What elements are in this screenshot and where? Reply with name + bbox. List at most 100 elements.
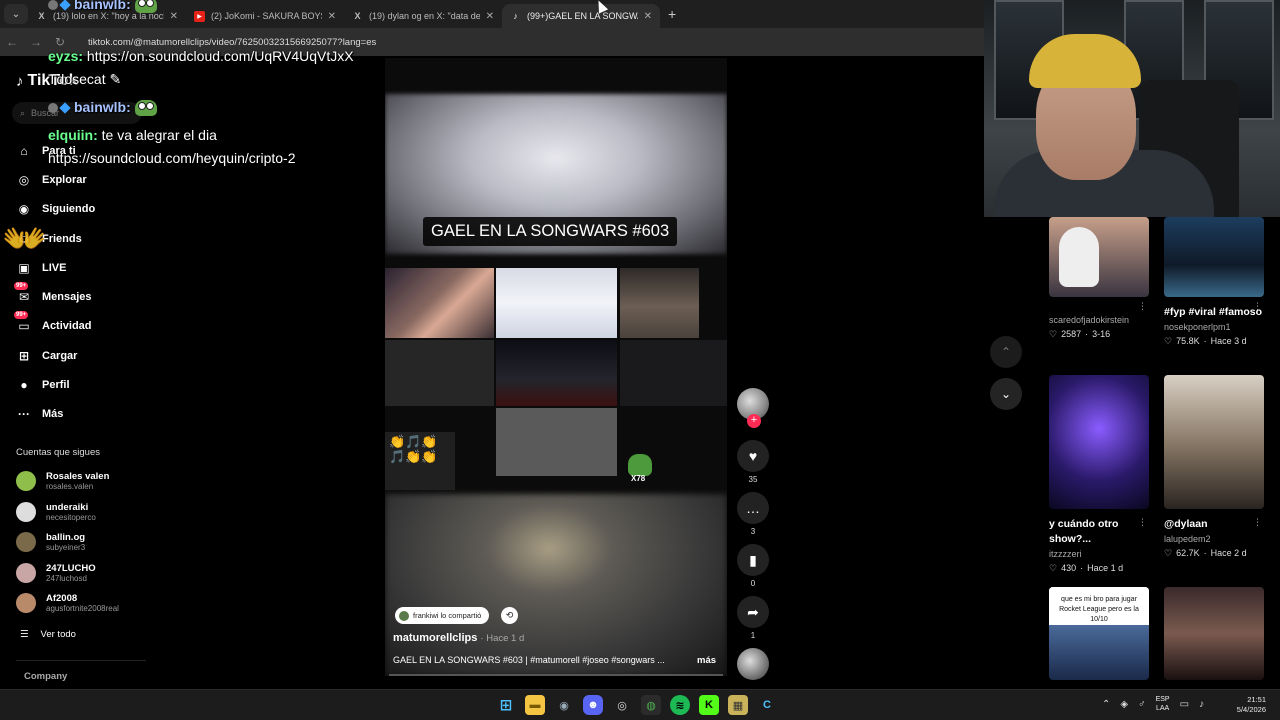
video-tile — [496, 268, 617, 338]
file-explorer-icon[interactable]: ▬ — [525, 695, 545, 715]
forward-icon[interactable]: → — [24, 35, 48, 49]
close-icon[interactable]: ✕ — [328, 11, 336, 22]
like-button[interactable]: ♥ — [737, 440, 769, 472]
share-count: 1 — [750, 631, 756, 640]
windows-start-icon[interactable]: ⊞ — [496, 695, 516, 715]
video-tile — [620, 340, 727, 406]
video-card[interactable] — [1164, 587, 1264, 680]
close-icon[interactable]: ✕ — [644, 11, 652, 22]
following-list: Rosales valen rosales.valen underaiki nece… — [16, 466, 156, 619]
speaker-icon[interactable]: ♪ — [1199, 699, 1204, 710]
sidebar-nav: ⌂ Para ti ◎ Explorar ◉ Siguiendo ☺ Friends ▣… — [14, 136, 186, 429]
sidebar-item-mas[interactable]: ··· Más — [16, 400, 186, 429]
browser-tab-0[interactable]: X (19) lolo en X: "hoy a la noche" ✕ — [28, 4, 186, 28]
kick-icon[interactable]: K — [699, 695, 719, 715]
browser-tab-1[interactable]: ▶ (2) JoKomi - SAKURA BOYS FT. ✕ — [186, 4, 344, 28]
network-icon[interactable]: ▭ — [1180, 699, 1189, 710]
sidebar-item-perfil[interactable]: ● Perfil — [16, 370, 186, 399]
sidebar-item-para-ti[interactable]: ⌂ Para ti — [16, 136, 186, 165]
previous-video-button[interactable]: ⌃ — [990, 336, 1022, 368]
more-options-icon[interactable]: ⋮ — [1138, 517, 1147, 528]
video-card[interactable]: ⋮ y cuándo otro show?... itzzzzeri ♡ 430 ·… — [1049, 375, 1149, 574]
account-handle: agusfortnite2008real — [46, 604, 119, 614]
more-options-icon[interactable]: ⋮ — [1253, 301, 1262, 312]
separator: · — [1080, 563, 1084, 573]
card-stats: ♡ 75.8K · Hace 3 d — [1164, 336, 1264, 347]
avatar — [16, 593, 36, 614]
heart-outline-icon: ♡ — [1049, 329, 1058, 339]
url-field[interactable]: tiktok.com/@matumorellclips/video/762500… — [88, 37, 376, 48]
new-tab-button[interactable]: + — [668, 6, 676, 22]
nav-label: Actividad — [42, 320, 92, 333]
account-handle: subyeiner3 — [46, 543, 86, 553]
app-icon[interactable]: C — [757, 695, 777, 715]
more-options-icon[interactable]: ⋮ — [1253, 517, 1262, 528]
video-card[interactable]: ⋮ @dylaan lalupedem2 ♡ 62.7K · Hace 2 d — [1164, 375, 1264, 559]
sidebar-item-actividad[interactable]: ▭ 99+ Actividad — [14, 311, 186, 341]
company-link[interactable]: Company — [24, 671, 67, 682]
video-description: GAEL EN LA SONGWARS #603 | #matumorell #… — [393, 655, 665, 665]
following-account[interactable]: Rosales valen rosales.valen — [16, 466, 156, 497]
home-icon: ⌂ — [20, 143, 28, 158]
chevron-up-icon: ⌃ — [1000, 345, 1012, 359]
obs-icon[interactable]: ◎ — [612, 695, 632, 715]
post-time: Hace 2 d — [1210, 548, 1247, 558]
more-options-icon[interactable]: ⋮ — [1138, 301, 1147, 312]
video-tile — [385, 268, 494, 338]
divider — [16, 660, 146, 661]
minecraft-icon[interactable]: ▦ — [728, 695, 748, 715]
share-icon: ➦ — [747, 603, 759, 620]
sound-avatar[interactable] — [737, 648, 769, 680]
video-progress-bar[interactable] — [389, 674, 723, 676]
next-video-button[interactable]: ⌄ — [990, 378, 1022, 410]
clock[interactable]: 21:51 5/4/2026 — [1237, 695, 1266, 715]
webcam-overlay — [984, 0, 1280, 217]
search-input[interactable]: ⌕ Buscar — [12, 102, 142, 124]
creator-avatar[interactable]: + — [737, 388, 769, 428]
sidebar-item-cargar[interactable]: ⊞ Cargar — [16, 341, 186, 370]
steam-icon[interactable]: ◉ — [554, 695, 574, 715]
sidebar-item-explorar[interactable]: ◎ Explorar — [16, 165, 186, 194]
chevron-up-icon[interactable]: ⌃ — [1102, 699, 1110, 710]
pepe-emote-icon: X78 — [628, 454, 652, 483]
spotify-icon[interactable]: ≋ — [670, 695, 690, 715]
card-user: scaredofjadokirstein — [1049, 315, 1130, 325]
close-icon[interactable]: ✕ — [170, 11, 178, 22]
browser-tab-3[interactable]: ♪ (99+)GAEL EN LA SONGWARS ✕ — [502, 4, 660, 28]
message-icon: ✉ 99+ — [14, 282, 30, 305]
discord-icon[interactable]: ☻ — [583, 695, 603, 715]
chrome-icon[interactable]: ◍ — [641, 695, 661, 715]
shield-icon[interactable]: ◈ — [1120, 699, 1128, 710]
video-card[interactable]: ⋮ #fyp #viral #famoso nosekponerlpm1 ♡ 75… — [1164, 217, 1264, 347]
browser-tab-2[interactable]: X (19) dylan og en X: "data de alto" ✕ — [344, 4, 502, 28]
microphone-icon[interactable]: ♂ — [1138, 699, 1146, 710]
following-account[interactable]: underaiki necesitoperco — [16, 497, 156, 528]
heart-outline-icon: ♡ — [1049, 563, 1058, 573]
reload-icon[interactable]: ↻ — [48, 35, 72, 49]
following-account[interactable]: ballin.og subyeiner3 — [16, 527, 156, 558]
see-all-link[interactable]: ☰ Ver todo — [20, 629, 76, 640]
repost-icon[interactable]: ⟲ — [501, 607, 518, 624]
tab-search-icon[interactable]: ⌄ — [4, 4, 28, 24]
close-icon[interactable]: ✕ — [486, 11, 494, 22]
following-header: Cuentas que sigues — [16, 447, 100, 458]
following-account[interactable]: Af2008 agusfortnite2008real — [16, 588, 156, 619]
language-indicator[interactable]: ESP LAA — [1156, 695, 1170, 713]
logo-text: TikTok — [27, 72, 78, 89]
video-card[interactable]: que es mi bro para jugar Rocket League p… — [1049, 587, 1149, 680]
shared-by-chip[interactable]: frankiwi lo compartió — [395, 607, 490, 624]
sidebar-item-mensajes[interactable]: ✉ 99+ Mensajes — [14, 282, 186, 311]
tiktok-logo[interactable]: ♪ TikTok — [16, 72, 78, 90]
back-icon[interactable]: ← — [0, 35, 24, 49]
more-button[interactable]: más — [697, 655, 716, 666]
following-account[interactable]: 247LUCHO 247luchosd — [16, 558, 156, 589]
video-player[interactable]: GAEL EN LA SONGWARS #603 👏🎵👏🎵👏👏 X78 — [385, 58, 727, 676]
follow-plus-icon[interactable]: + — [747, 414, 761, 428]
post-time: 3-16 — [1092, 329, 1111, 339]
share-button[interactable]: ➦ — [737, 596, 769, 628]
video-card[interactable]: ⋮ scaredofjadokirstein ♡ 2587 · 3-16 — [1049, 217, 1149, 340]
save-button[interactable]: ▮ — [737, 544, 769, 576]
card-user: lalupedem2 — [1164, 534, 1211, 544]
comment-button[interactable]: … — [737, 492, 769, 524]
video-author[interactable]: matumorellclips · Hace 1 d — [393, 632, 524, 644]
